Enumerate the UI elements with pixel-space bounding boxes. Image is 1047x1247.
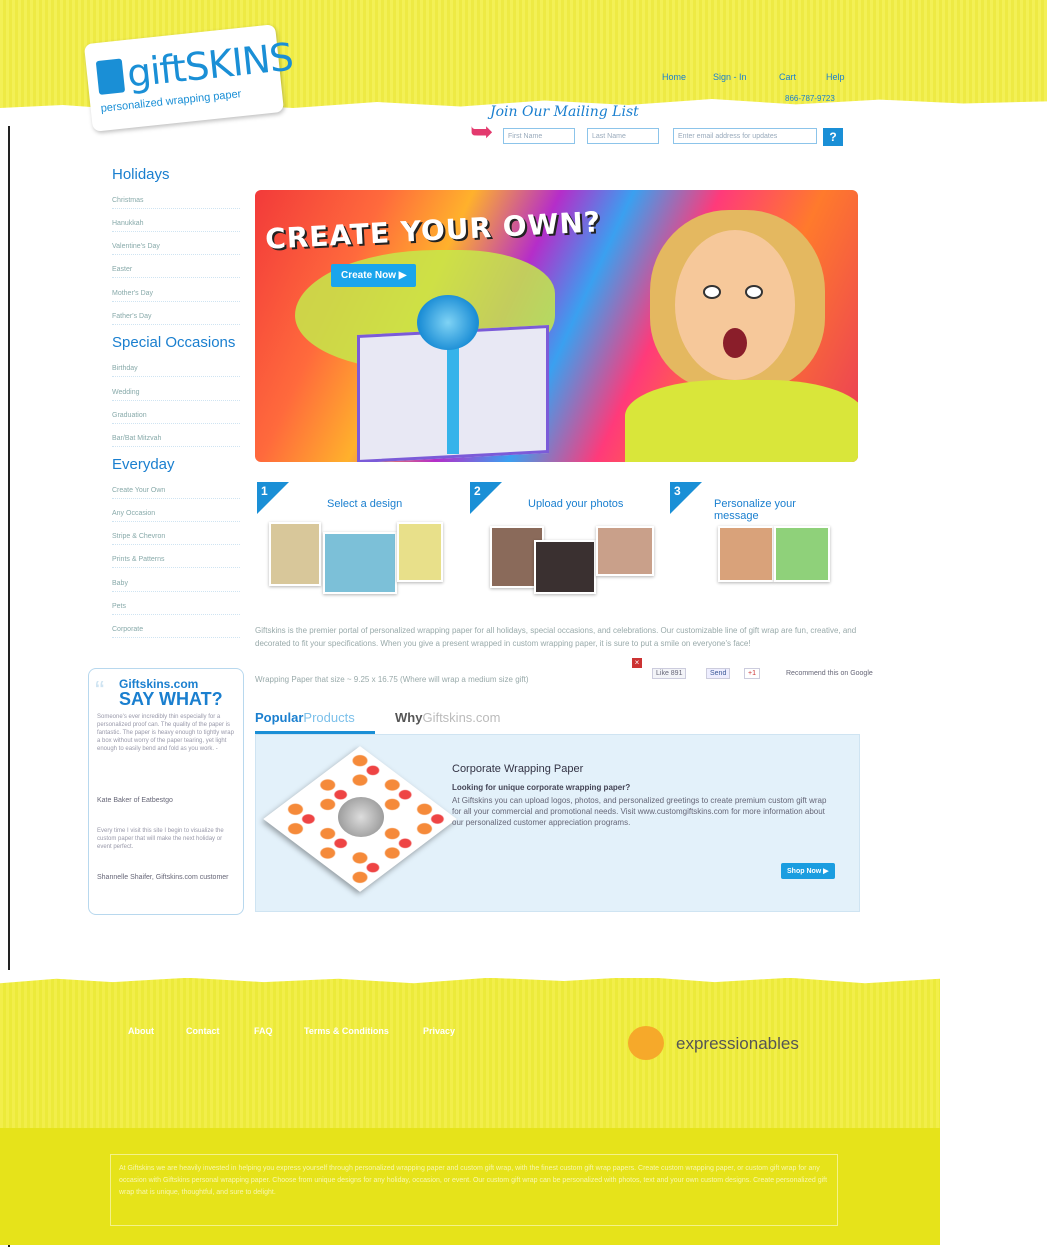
tab-label-bold: Why [395, 710, 423, 725]
sidebar-item-corporate[interactable]: Corporate [112, 626, 240, 638]
testimonial-headline: SAY WHAT? [119, 689, 223, 709]
expressionables-logo-text[interactable]: expressionables [676, 1034, 799, 1054]
model-mouth [723, 328, 747, 358]
nav-cart[interactable]: Cart [779, 72, 796, 82]
facebook-like-button[interactable]: Like 891 [652, 668, 687, 679]
sidebar-item-create-your-own[interactable]: Create Your Own [112, 487, 240, 499]
product-subtitle: Looking for unique corporate wrapping pa… [452, 783, 631, 792]
footer-link-terms[interactable]: Terms & Conditions [304, 1026, 389, 1036]
sidebar-item-prints-patterns[interactable]: Prints & Patterns [112, 556, 240, 568]
tab-label-bold: Popular [255, 710, 304, 725]
tab-why-giftskins[interactable]: WhyGiftskins.com [395, 710, 500, 725]
step-number: 3 [674, 484, 681, 498]
sidebar-item-fathers-day[interactable]: Father's Day [112, 313, 240, 325]
facebook-send-button[interactable]: Send [706, 668, 731, 679]
testimonial-author: Shannelle Shaifer, Giftskins.com custome… [97, 874, 229, 881]
step-upload-photos[interactable]: 2 Upload your photos [470, 482, 660, 594]
model-shirt [625, 380, 858, 462]
nav-sign-in[interactable]: Sign - In [713, 72, 747, 82]
quote-mark-icon: “ [95, 675, 105, 706]
design-thumbnail [323, 532, 397, 594]
sidebar-item-bar-mitzvah[interactable]: Bar/Bat Mitzvah [112, 435, 240, 447]
design-thumbnail [397, 522, 443, 582]
step-number: 2 [474, 484, 481, 498]
sidebar-item-stripe-chevron[interactable]: Stripe & Chevron [112, 533, 240, 545]
footer-link-privacy[interactable]: Privacy [423, 1026, 455, 1036]
testimonial-box: “ Giftskins.com SAY WHAT? Someone's ever… [88, 668, 244, 915]
footer-link-faq[interactable]: FAQ [254, 1026, 273, 1036]
tab-label-light: Products [303, 710, 355, 725]
intro-description: Giftskins is the premier portal of perso… [255, 626, 857, 648]
step-label: Personalize your message [714, 498, 796, 522]
sidebar-item-christmas[interactable]: Christmas [112, 197, 240, 209]
photo-thumbnail [718, 526, 774, 582]
sidebar-item-birthday[interactable]: Birthday [112, 365, 240, 377]
sidebar-item-hanukkah[interactable]: Hanukkah [112, 220, 240, 232]
nav-home[interactable]: Home [662, 72, 686, 82]
message-card [774, 526, 830, 582]
create-now-button[interactable]: Create Now ▶ [331, 264, 417, 287]
product-title: Corporate Wrapping Paper [452, 763, 584, 775]
photo-thumbnail [596, 526, 654, 576]
footer-link-contact[interactable]: Contact [186, 1026, 220, 1036]
hero-title: CREATE YOUR OWN? [264, 205, 602, 256]
step-personalize-message[interactable]: 3 Personalize your message [670, 482, 860, 594]
nav-help[interactable]: Help [826, 72, 845, 82]
model-eye-left [703, 285, 721, 299]
mailing-submit-button[interactable]: ? [823, 128, 843, 146]
step-label: Select a design [327, 498, 403, 510]
hero-banner[interactable]: CREATE YOUR OWN? Create Now ▶ [255, 190, 858, 462]
sidebar-item-easter[interactable]: Easter [112, 266, 240, 278]
curved-arrow-icon: ➥ [470, 116, 494, 147]
first-name-input[interactable]: First Name [503, 128, 575, 144]
google-plus-button[interactable]: +1 [744, 668, 760, 679]
expressionables-logo-icon[interactable] [628, 1026, 664, 1060]
logo-text: giftSKINS [124, 34, 295, 96]
size-note: Wrapping Paper that size ~ 9.25 x 16.75 … [255, 675, 529, 684]
footer-link-about[interactable]: About [128, 1026, 154, 1036]
sidebar-item-wedding[interactable]: Wedding [112, 389, 240, 401]
sidebar-item-valentines[interactable]: Valentine's Day [112, 243, 240, 255]
sidebar-item-mothers-day[interactable]: Mother's Day [112, 290, 240, 302]
step-label: Upload your photos [528, 498, 624, 510]
mailing-list-title: Join Our Mailing List [490, 104, 639, 120]
last-name-input[interactable]: Last Name [587, 128, 659, 144]
shop-now-button[interactable]: Shop Now ▶ [781, 863, 835, 879]
footer-about-text: At Giftskins we are heavily invested in … [110, 1154, 838, 1226]
product-panel: Corporate Wrapping Paper Looking for uni… [255, 734, 860, 912]
gift-box-icon [95, 58, 126, 95]
step-select-design[interactable]: 1 Select a design [257, 482, 457, 594]
model-eye-right [745, 285, 763, 299]
tab-label-light: Giftskins.com [422, 710, 501, 725]
category-everyday[interactable]: Everyday [112, 456, 175, 473]
google-recommend-text: Recommend this on Google [786, 670, 873, 677]
footer-band [0, 978, 940, 1128]
sidebar-item-baby[interactable]: Baby [112, 580, 240, 592]
category-special-occasions[interactable]: Special Occasions [112, 334, 235, 351]
product-description: At Giftskins you can upload logos, photo… [452, 796, 827, 827]
gift-bow [417, 295, 479, 350]
testimonial-author: Kate Baker of Eatbestgo [97, 797, 173, 804]
sidebar-item-pets[interactable]: Pets [112, 603, 240, 615]
photo-thumbnail [534, 540, 596, 594]
sidebar-item-any-occasion[interactable]: Any Occasion [112, 510, 240, 522]
email-input[interactable]: Enter email address for updates [673, 128, 817, 144]
step-number: 1 [261, 484, 268, 498]
design-thumbnail [269, 522, 321, 586]
testimonial-quote: Every time I visit this site I begin to … [97, 828, 224, 850]
testimonial-quote: Someone's ever incredibly thin especiall… [97, 714, 234, 752]
product-bow [338, 797, 384, 837]
category-holidays[interactable]: Holidays [112, 166, 170, 183]
sidebar-item-graduation[interactable]: Graduation [112, 412, 240, 424]
tab-popular-products[interactable]: PopularProducts [255, 710, 355, 725]
close-icon[interactable]: × [632, 658, 642, 668]
phone-number: 866-787-9723 [785, 94, 835, 103]
